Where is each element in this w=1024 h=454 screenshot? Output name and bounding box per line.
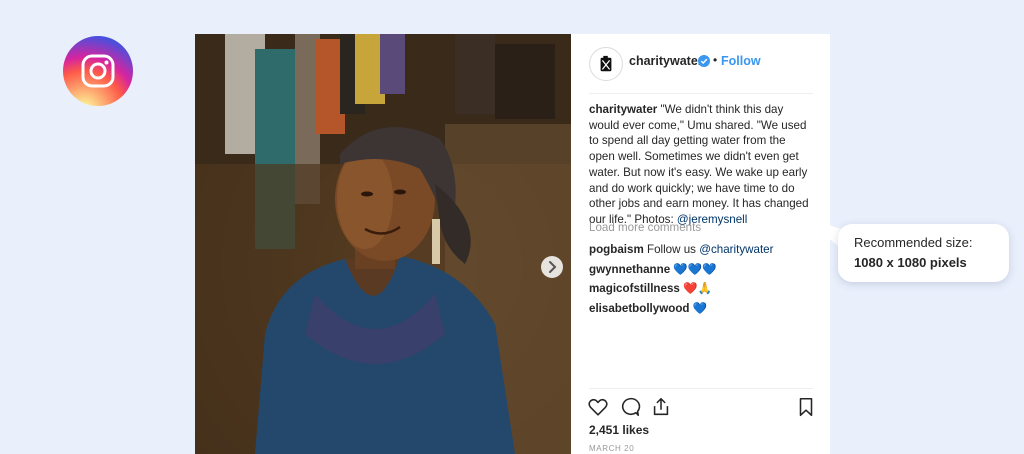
chevron-right-icon bbox=[549, 261, 557, 273]
comment-username[interactable]: pogbaism bbox=[589, 243, 644, 256]
comment-mention[interactable]: @charitywater bbox=[699, 243, 773, 256]
follow-button[interactable]: Follow bbox=[721, 54, 761, 68]
post-caption: charitywater "We didn't think this day w… bbox=[589, 102, 813, 228]
bookmark-icon[interactable] bbox=[795, 396, 817, 418]
comment-username[interactable]: elisabetbollywood bbox=[589, 302, 690, 315]
caption-username[interactable]: charitywater bbox=[589, 103, 657, 116]
jerrycan-logo-icon bbox=[600, 55, 612, 72]
post-date: MARCH 20 bbox=[589, 444, 635, 453]
comment-item: pogbaism Follow us @charitywater bbox=[589, 240, 813, 260]
verified-badge-icon bbox=[698, 55, 710, 67]
comment-username[interactable]: magicofstillness bbox=[589, 282, 680, 295]
comments-list: pogbaism Follow us @charitywater gwynnet… bbox=[589, 240, 813, 318]
comment-text: 💙💙💙 bbox=[673, 262, 717, 276]
comment-username[interactable]: gwynnethanne bbox=[589, 263, 670, 276]
recommended-size-callout: Recommended size: 1080 x 1080 pixels bbox=[838, 224, 1009, 282]
comment-bubble-icon[interactable] bbox=[619, 396, 641, 418]
post-panel: charitywater • Follow charitywater "We d… bbox=[571, 34, 830, 454]
instagram-glyph-icon bbox=[81, 54, 115, 88]
post-username[interactable]: charitywater bbox=[629, 54, 703, 68]
next-photo-button[interactable] bbox=[541, 256, 563, 278]
comment-text: 💙 bbox=[692, 301, 708, 315]
callout-label: Recommended size: bbox=[854, 235, 973, 250]
header-divider bbox=[589, 93, 813, 94]
avatar[interactable] bbox=[589, 47, 623, 81]
separator-dot: • bbox=[713, 53, 718, 67]
comment-item: gwynnethanne 💙💙💙 bbox=[589, 260, 813, 280]
comment-item: magicofstillness ❤️🙏 bbox=[589, 279, 813, 299]
instagram-logo-icon bbox=[63, 36, 133, 106]
post-photo[interactable] bbox=[195, 34, 571, 454]
share-icon[interactable] bbox=[650, 396, 672, 418]
actions-divider bbox=[589, 388, 813, 389]
comment-text: Follow us bbox=[647, 243, 700, 256]
comment-item: elisabetbollywood 💙 bbox=[589, 299, 813, 319]
heart-icon[interactable] bbox=[587, 396, 609, 418]
post-actions bbox=[587, 396, 817, 420]
woman-portrait-image bbox=[195, 34, 571, 454]
comment-text: ❤️🙏 bbox=[683, 282, 712, 295]
callout-size-value: 1080 x 1080 pixels bbox=[854, 255, 967, 270]
load-more-comments-button[interactable]: Load more comments bbox=[589, 221, 701, 234]
likes-count[interactable]: 2,451 likes bbox=[589, 423, 649, 437]
caption-text: "We didn't think this day would ever com… bbox=[589, 103, 809, 226]
